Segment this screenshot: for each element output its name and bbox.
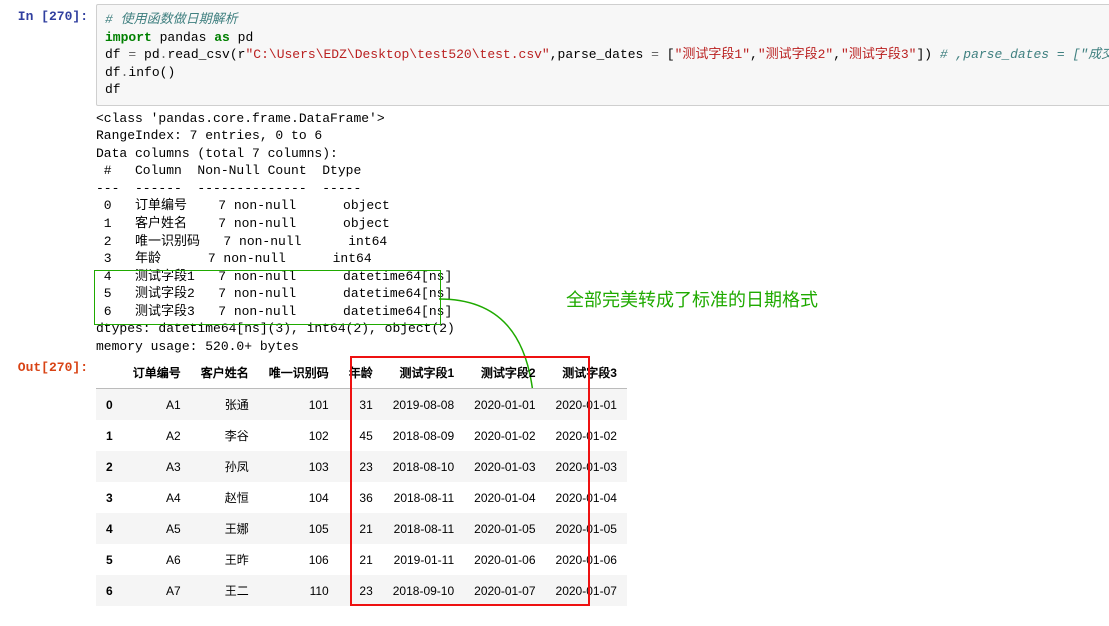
column-header: 年龄 [339, 357, 383, 389]
table-cell: A3 [123, 451, 191, 482]
row-index: 4 [96, 513, 123, 544]
table-cell: 2020-01-03 [546, 451, 627, 482]
table-cell: 2020-01-04 [546, 482, 627, 513]
table-cell: 孙凤 [191, 451, 259, 482]
table-cell: 赵恒 [191, 482, 259, 513]
row-index: 5 [96, 544, 123, 575]
table-cell: 2020-01-04 [464, 482, 545, 513]
table-row: 3A4赵恒104362018-08-112020-01-042020-01-04 [96, 482, 627, 513]
table-cell: 23 [339, 575, 383, 606]
highlight-box-green [94, 270, 441, 325]
table-row: 5A6王昨106212019-01-112020-01-062020-01-06 [96, 544, 627, 575]
table-row: 0A1张通101312019-08-082020-01-012020-01-01 [96, 389, 627, 421]
in-prompt: In [270]: [0, 4, 96, 24]
table-cell: 2020-01-05 [546, 513, 627, 544]
table-cell: A7 [123, 575, 191, 606]
table-cell: 110 [259, 575, 339, 606]
table-cell: A5 [123, 513, 191, 544]
table-cell: 2018-09-10 [383, 575, 464, 606]
table-cell: 张通 [191, 389, 259, 421]
table-row: 1A2李谷102452018-08-092020-01-022020-01-02 [96, 420, 627, 451]
table-cell: 2018-08-11 [383, 482, 464, 513]
table-row: 2A3孙凤103232018-08-102020-01-032020-01-03 [96, 451, 627, 482]
table-cell: 2020-01-07 [464, 575, 545, 606]
table-cell: A2 [123, 420, 191, 451]
table-cell: 103 [259, 451, 339, 482]
column-header: 客户姓名 [191, 357, 259, 389]
table-cell: 2019-08-08 [383, 389, 464, 421]
table-row: 6A7王二110232018-09-102020-01-072020-01-07 [96, 575, 627, 606]
table-cell: 2020-01-06 [546, 544, 627, 575]
table-cell: 2020-01-03 [464, 451, 545, 482]
table-cell: 31 [339, 389, 383, 421]
table-cell: 101 [259, 389, 339, 421]
row-index: 3 [96, 482, 123, 513]
table-row: 4A5王娜105212018-08-112020-01-052020-01-05 [96, 513, 627, 544]
output-cell: Out[270]: 订单编号客户姓名唯一识别码年龄测试字段1测试字段2测试字段3… [0, 355, 1109, 606]
code-content: # 使用函数做日期解析 import pandas as pd df = pd.… [105, 11, 1109, 99]
table-cell: 21 [339, 544, 383, 575]
table-cell: 36 [339, 482, 383, 513]
table-cell: 2020-01-01 [546, 389, 627, 421]
table-cell: 2018-08-11 [383, 513, 464, 544]
table-cell: 2018-08-10 [383, 451, 464, 482]
row-index: 0 [96, 389, 123, 421]
row-index: 1 [96, 420, 123, 451]
column-header: 订单编号 [123, 357, 191, 389]
table-cell: 106 [259, 544, 339, 575]
table-cell: A6 [123, 544, 191, 575]
table-cell: 2020-01-02 [464, 420, 545, 451]
table-cell: 李谷 [191, 420, 259, 451]
table-cell: 2020-01-01 [464, 389, 545, 421]
table-cell: 2018-08-09 [383, 420, 464, 451]
table-header-row: 订单编号客户姓名唯一识别码年龄测试字段1测试字段2测试字段3 [96, 357, 627, 389]
table-cell: 2020-01-02 [546, 420, 627, 451]
table-cell: 王二 [191, 575, 259, 606]
table-cell: 21 [339, 513, 383, 544]
table-cell: 102 [259, 420, 339, 451]
stdout-cell: <class 'pandas.core.frame.DataFrame'> Ra… [0, 106, 1109, 356]
out-prompt: Out[270]: [0, 355, 96, 375]
column-header: 测试字段1 [383, 357, 464, 389]
input-cell: In [270]: # 使用函数做日期解析 import pandas as p… [0, 4, 1109, 106]
table-cell: 2020-01-07 [546, 575, 627, 606]
row-index: 6 [96, 575, 123, 606]
table-cell: 王昨 [191, 544, 259, 575]
column-header: 测试字段2 [464, 357, 545, 389]
column-header: 测试字段3 [546, 357, 627, 389]
table-cell: 104 [259, 482, 339, 513]
row-index: 2 [96, 451, 123, 482]
table-cell: A1 [123, 389, 191, 421]
table-cell: 2019-01-11 [383, 544, 464, 575]
column-header: 唯一识别码 [259, 357, 339, 389]
table-cell: 23 [339, 451, 383, 482]
dataframe-table: 订单编号客户姓名唯一识别码年龄测试字段1测试字段2测试字段3 0A1张通1013… [96, 357, 627, 606]
empty-prompt [0, 106, 96, 111]
table-cell: 2020-01-05 [464, 513, 545, 544]
annotation-label: 全部完美转成了标准的日期格式 [566, 286, 818, 312]
table-cell: A4 [123, 482, 191, 513]
table-cell: 45 [339, 420, 383, 451]
code-editor[interactable]: # 使用函数做日期解析 import pandas as pd df = pd.… [96, 4, 1109, 106]
table-cell: 王娜 [191, 513, 259, 544]
table-cell: 2020-01-06 [464, 544, 545, 575]
table-cell: 105 [259, 513, 339, 544]
